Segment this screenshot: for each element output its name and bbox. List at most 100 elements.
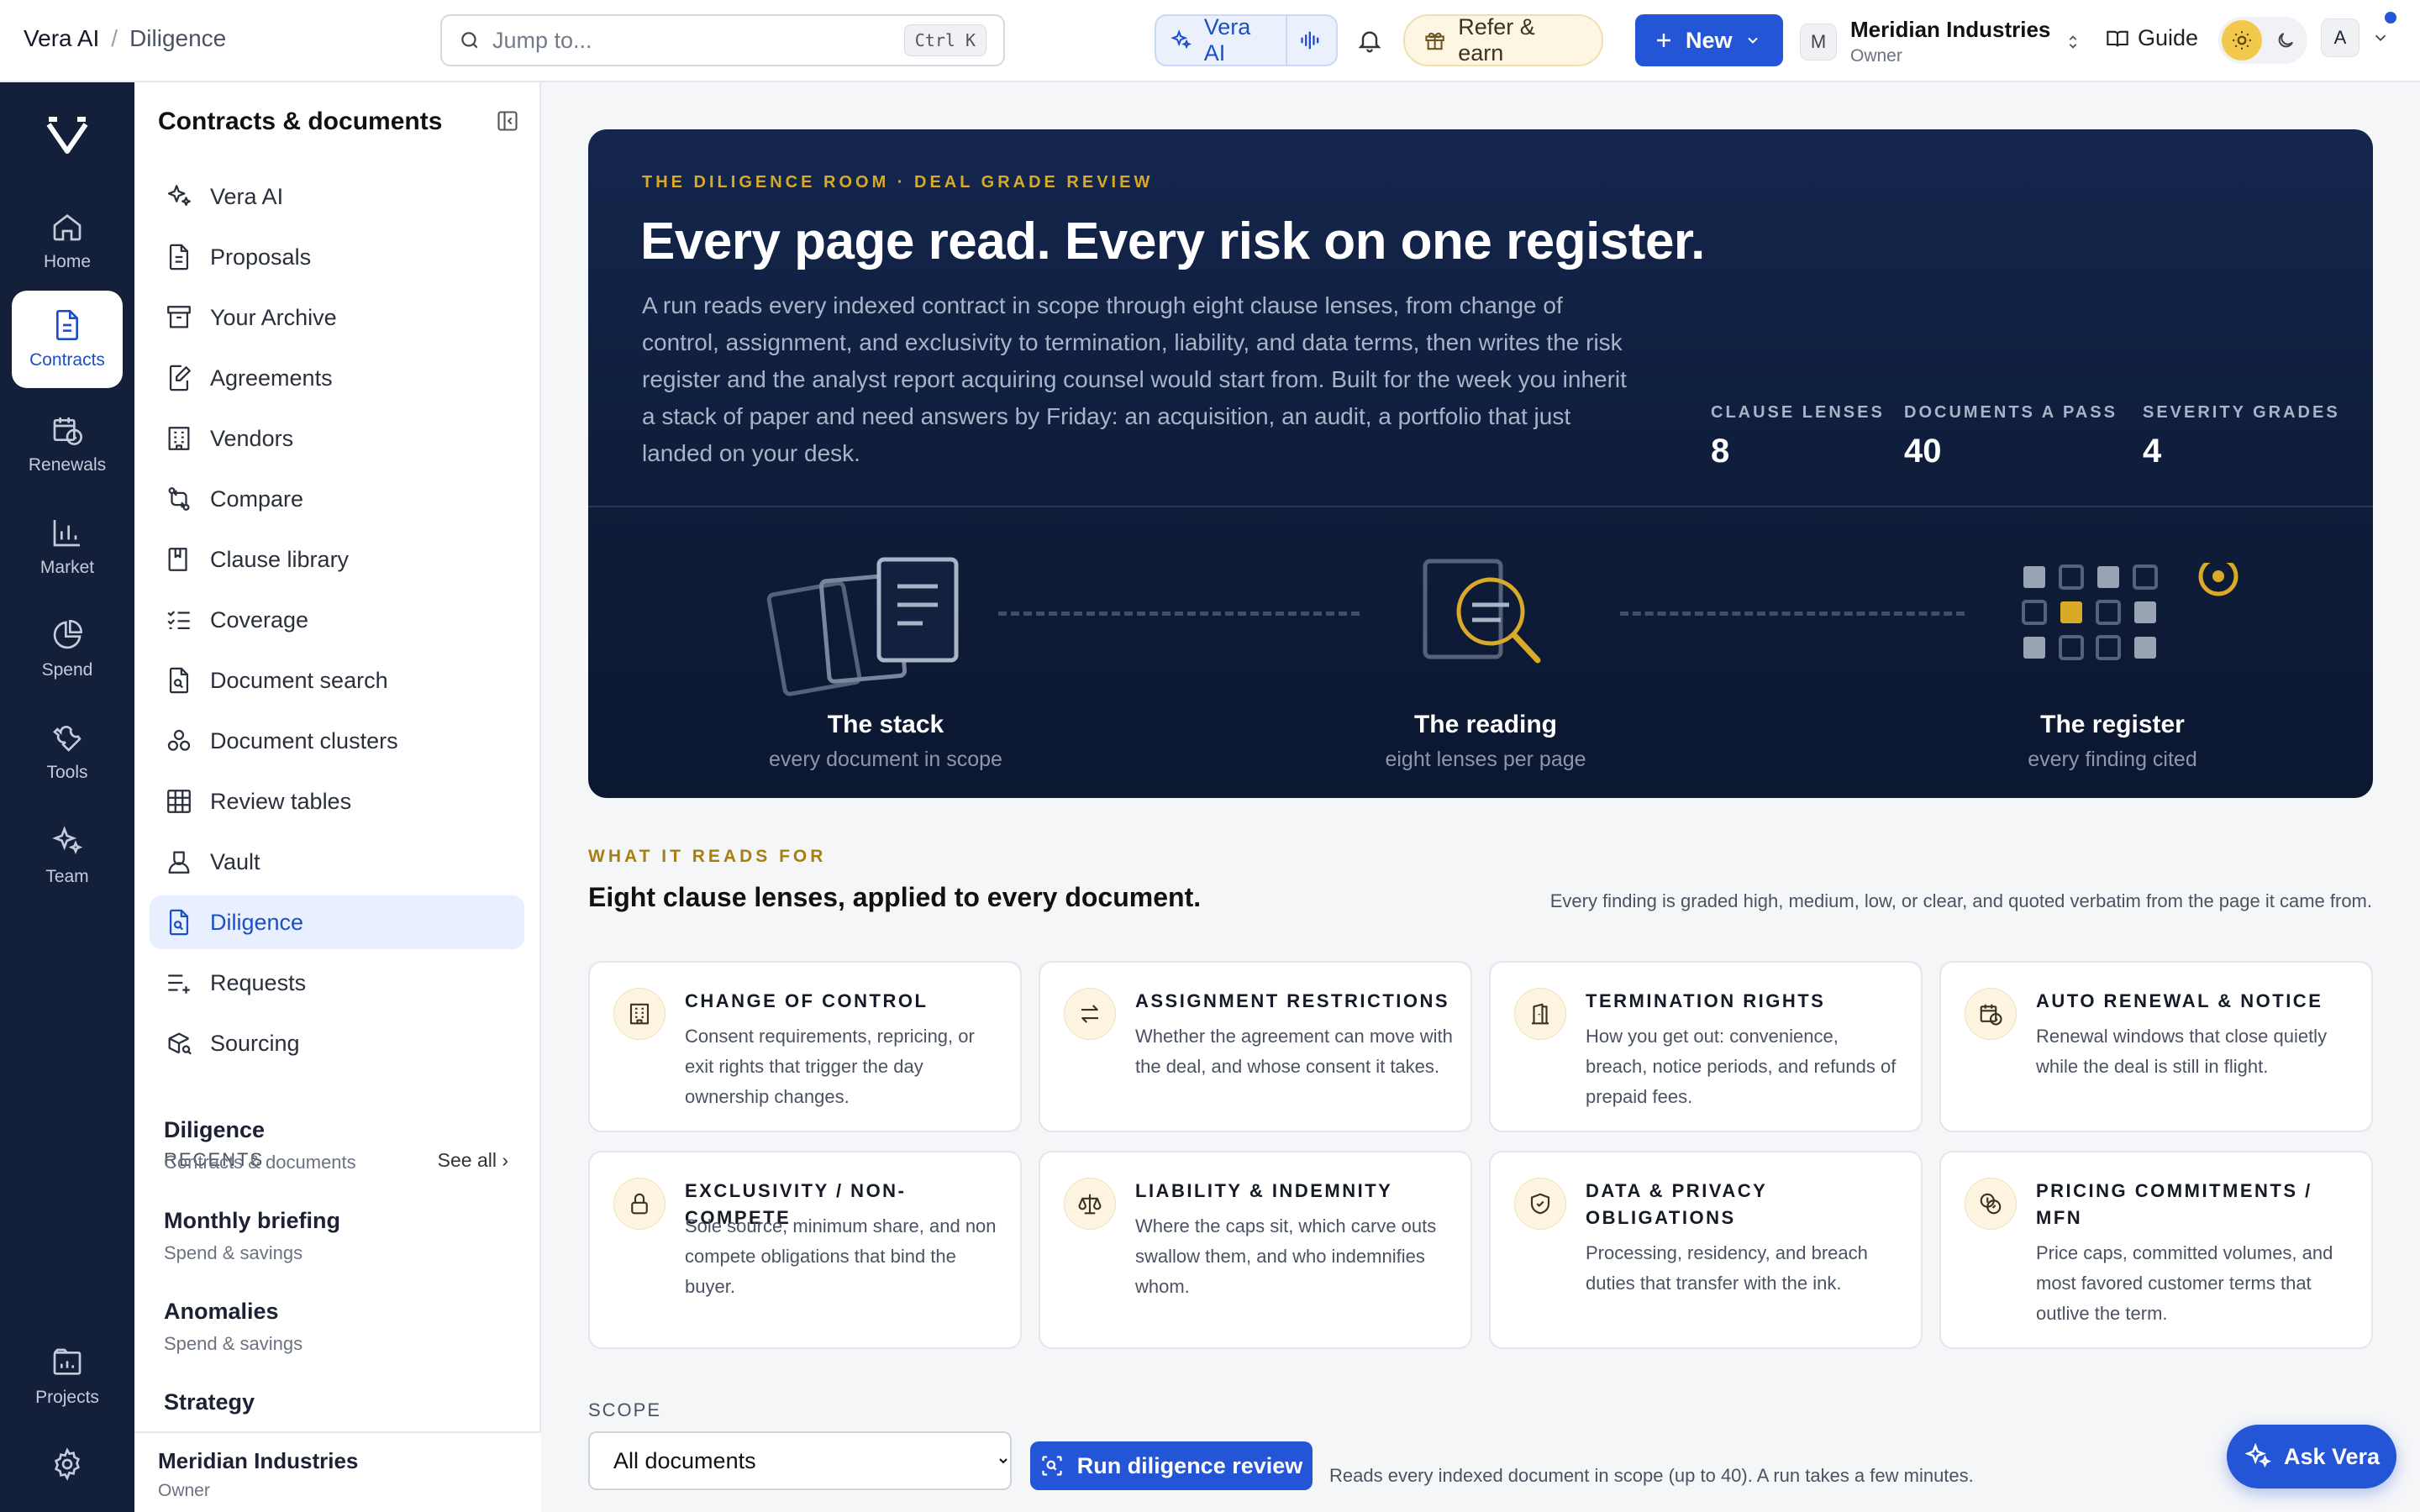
lens-title: AUTO RENEWAL & NOTICE	[2036, 990, 2323, 1011]
run-diligence-button[interactable]: Run diligence review	[1030, 1441, 1313, 1490]
folder-chart-icon	[53, 1348, 82, 1375]
notifications-button[interactable]	[1351, 14, 1388, 66]
voice-wave-icon[interactable]	[1286, 16, 1323, 65]
recent-item[interactable]: Anomalies Spend & savings	[164, 1299, 302, 1355]
vera-ai-label: Vera AI	[1203, 14, 1251, 66]
theme-toggle[interactable]	[2218, 17, 2307, 64]
guide-button[interactable]: Guide	[2106, 25, 2198, 51]
new-button[interactable]: New	[1635, 14, 1783, 66]
coins-icon	[1965, 1178, 2017, 1230]
breadcrumb: Vera AI / Diligence	[24, 25, 226, 52]
building-icon	[613, 988, 666, 1040]
chevron-down-icon	[2375, 34, 2386, 42]
sparkles-icon	[167, 185, 191, 207]
rail-item-tools[interactable]: Tools	[12, 704, 123, 800]
recent-item[interactable]: Strategy	[164, 1389, 255, 1415]
scale-icon	[1064, 1178, 1116, 1230]
lens-card: CHANGE OF CONTROL Consent requirements, r…	[588, 961, 1022, 1132]
rail-item-team[interactable]: Team	[12, 808, 123, 904]
refer-earn-button[interactable]: Refer & earn	[1403, 14, 1603, 66]
nav-item-agreements[interactable]: Agreements	[150, 351, 524, 405]
lenses-eyebrow: WHAT IT READS FOR	[588, 847, 827, 866]
see-all-link[interactable]: See all ›	[438, 1149, 508, 1172]
magnifier-document-icon	[1420, 556, 1555, 674]
stage-reading: The reading eight lenses per page	[1318, 711, 1654, 772]
nav-item-document-search[interactable]: Document search	[150, 654, 524, 707]
nav-item-requests[interactable]: Requests	[150, 956, 524, 1010]
sun-icon[interactable]	[2222, 20, 2262, 60]
rail-item-renewals[interactable]: Renewals	[12, 396, 123, 492]
section-nav: Contracts & documents Vera AI Proposals Yo…	[134, 82, 541, 1512]
rail-item-market[interactable]: Market	[12, 499, 123, 595]
settings-button[interactable]	[12, 1435, 123, 1494]
org-switcher[interactable]: M Meridian Industries Owner	[1800, 17, 2082, 66]
refer-earn-label: Refer & earn	[1458, 14, 1535, 66]
package-search-icon	[168, 1032, 192, 1055]
recent-title: Anomalies	[164, 1299, 279, 1324]
breadcrumb-separator: /	[111, 25, 118, 51]
nav-item-review-tables[interactable]: Review tables	[150, 774, 524, 828]
chevron-down-icon	[1747, 37, 1758, 44]
nav-item-clause-library[interactable]: Clause library	[150, 533, 524, 586]
nav-item-vendors[interactable]: Vendors	[150, 412, 524, 465]
lens-title: CHANGE OF CONTROL	[685, 990, 929, 1011]
hero-divider	[588, 506, 2373, 507]
nav-item-label: Compare	[210, 486, 304, 512]
vera-logo-icon[interactable]	[44, 116, 91, 158]
nav-item-vault[interactable]: Vault	[150, 835, 524, 889]
scope-select[interactable]: All documents	[588, 1431, 1012, 1490]
nav-item-vera-ai[interactable]: Vera AI	[150, 170, 524, 223]
rail-item-spend[interactable]: Spend	[12, 601, 123, 697]
rail-item-label: Contracts	[29, 350, 105, 370]
search-shortcut: Ctrl K	[903, 24, 986, 56]
lens-card: EXCLUSIVITY / NON-COMPETE Sole source, mi…	[588, 1151, 1022, 1349]
sparkles-icon	[1171, 29, 1192, 50]
nav-item-label: Vault	[210, 848, 260, 874]
grid-icon	[167, 790, 191, 813]
nav-footer-org[interactable]: Meridian Industries Owner	[134, 1431, 541, 1512]
nav-item-diligence[interactable]: Diligence	[150, 895, 524, 949]
nav-item-proposals[interactable]: Proposals	[150, 230, 524, 284]
nav-item-document-clusters[interactable]: Document clusters	[150, 714, 524, 768]
rail-item-label: Team	[45, 867, 89, 886]
rail-item-projects[interactable]: Projects	[12, 1329, 123, 1425]
nav-item-label: Document clusters	[210, 727, 398, 753]
chevron-updown-icon	[2070, 34, 2077, 49]
new-label: New	[1686, 27, 1733, 53]
rail-item-home[interactable]: Home	[12, 193, 123, 289]
archive-icon	[167, 306, 191, 328]
vera-ai-button[interactable]: Vera AI	[1155, 14, 1338, 66]
building-icon	[168, 427, 190, 450]
rail-item-contracts[interactable]: Contracts	[12, 291, 123, 388]
search-input[interactable]	[492, 27, 892, 54]
recent-item[interactable]: Diligence Contracts & documents	[164, 1117, 356, 1173]
lens-card: TERMINATION RIGHTS How you get out: conve…	[1489, 961, 1923, 1132]
lens-title: TERMINATION RIGHTS	[1586, 990, 1826, 1011]
recent-title: Strategy	[164, 1389, 255, 1415]
breadcrumb-app[interactable]: Vera AI	[24, 25, 99, 52]
moon-icon[interactable]	[2269, 30, 2302, 50]
ask-vera-button[interactable]: Ask Vera	[2227, 1425, 2396, 1488]
collapse-panel-icon[interactable]	[496, 109, 519, 133]
jump-to-search[interactable]: Ctrl K	[440, 14, 1005, 66]
pie-chart-icon	[53, 619, 83, 649]
diligence-hero: THE DILIGENCE ROOM · DEAL GRADE REVIEW E…	[588, 129, 2373, 798]
icon-rail: Home Contracts Renewals Market Spend Too…	[0, 82, 134, 1512]
stat-documents-pass: DOCUMENTS A PASS 40	[1904, 403, 2118, 470]
plus-icon	[1657, 34, 1670, 47]
recent-subtitle: Contracts & documents	[164, 1152, 356, 1173]
nav-item-sourcing[interactable]: Sourcing	[150, 1016, 524, 1070]
user-menu[interactable]: A	[2321, 18, 2390, 57]
book-icon	[168, 548, 187, 571]
lens-description: Renewal windows that close quietly while…	[2036, 1026, 2328, 1077]
nav-item-coverage[interactable]: Coverage	[150, 593, 524, 647]
lens-title: DATA & PRIVACY OBLIGATIONS	[1586, 1180, 1767, 1228]
shield-icon	[1514, 1178, 1566, 1230]
stage-subtitle: every finding cited	[2028, 748, 2197, 771]
hero-description: A run reads every indexed contract in sc…	[642, 292, 1627, 466]
document-stack-icon	[765, 554, 966, 706]
recent-item[interactable]: Monthly briefing Spend & savings	[164, 1208, 340, 1264]
nav-item-compare[interactable]: Compare	[150, 472, 524, 526]
nav-item-your-archive[interactable]: Your Archive	[150, 291, 524, 344]
nav-title: Contracts & documents	[158, 108, 443, 135]
